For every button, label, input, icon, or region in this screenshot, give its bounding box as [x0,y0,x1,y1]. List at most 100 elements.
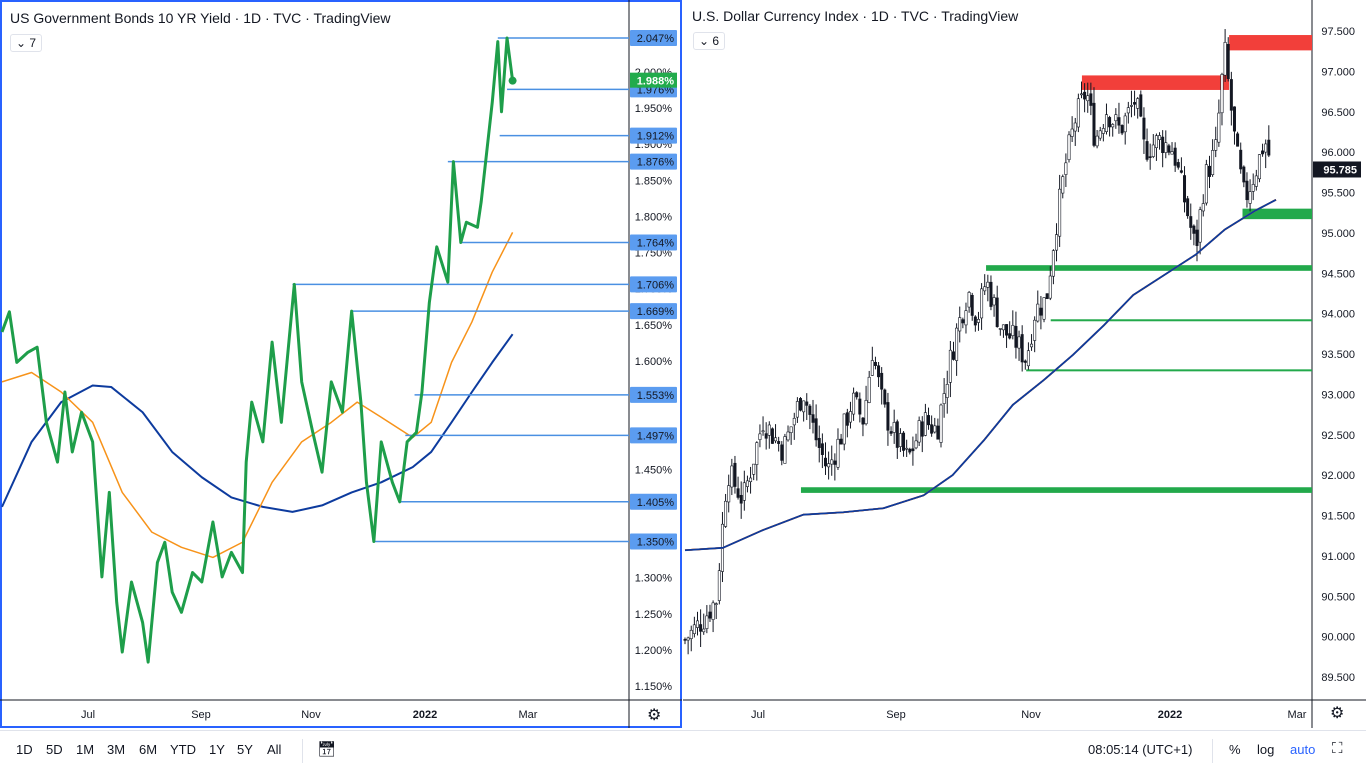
right-chart-pane[interactable]: U.S. Dollar Currency Index · 1D · TVC · … [683,0,1366,728]
range-all-button[interactable]: All [267,742,281,757]
candle-body [1133,102,1137,105]
candle-body [833,460,837,465]
candle-body [1051,250,1055,277]
settings-gear-icon[interactable]: ⚙ [1330,703,1344,723]
candle-body [836,438,840,468]
candle-body [986,281,990,288]
candle-body [1111,124,1115,128]
candle-body [961,319,965,324]
candle-body [1214,139,1218,151]
candle-body [1055,234,1059,251]
candle-body [1005,324,1009,336]
candle-body [789,426,793,433]
candle-body [1026,350,1030,367]
candle-body [758,433,762,440]
ma-fast-line [684,199,1277,552]
range-6m-button[interactable]: 6M [139,742,157,757]
auto-scale-toggle[interactable]: auto [1290,742,1315,757]
candle-body [905,447,909,450]
support-zone [800,487,1312,493]
candle-body [1158,135,1162,140]
current-price-label: 95.785 [1323,164,1357,176]
percent-scale-toggle[interactable]: % [1229,742,1241,757]
candle-body [755,442,759,465]
yield-line [0,36,515,664]
candle-body [727,485,731,503]
candle-body [1139,94,1143,117]
chart-title: U.S. Dollar Currency Index · 1D · TVC · … [692,8,1019,24]
candle-body [689,629,693,639]
candle-body [858,398,862,415]
level-price-label: 1.706% [637,279,675,291]
range-3m-button[interactable]: 3M [107,742,125,757]
candle-body [1079,93,1083,96]
candle-body [1114,114,1118,122]
candle-body [827,463,831,468]
chevron-down-icon: ⌄ [699,34,710,48]
candle-body [886,402,890,431]
candle-body [1145,141,1149,160]
candle-body [1242,166,1246,183]
candle-body [1073,122,1077,132]
indicators-toggle-button[interactable]: ⌄ 7 [10,34,43,52]
candle-body [742,482,746,501]
candle-body [692,624,696,634]
support-zone [1050,319,1312,322]
level-price-label: 1.497% [637,430,675,442]
indicators-toggle-button[interactable]: ⌄ 6 [693,32,726,50]
range-1m-button[interactable]: 1M [76,742,94,757]
candle-body [752,463,756,475]
level-price-label: 1.669% [637,306,675,318]
fullscreen-icon[interactable]: ⛶ [1332,740,1343,757]
level-price-label: 2.047% [637,33,675,45]
go-to-date-icon[interactable]: 📅︎ [317,740,336,758]
left-chart-pane[interactable]: US Government Bonds 10 YR Yield · 1D · T… [0,0,682,728]
time-axis-label: 2022 [413,709,437,721]
candle-body [1067,134,1071,160]
candle-body [920,421,924,437]
candle-body [1142,117,1146,140]
price-tick-label: 1.300% [635,573,673,585]
candle-body [792,417,796,426]
candle-body [699,624,703,632]
candle-body [1070,128,1074,137]
time-axis-label: Jul [81,709,95,721]
candle-body [898,433,902,447]
log-scale-toggle[interactable]: log [1257,742,1274,757]
candle-body [889,431,893,434]
candle-body [1030,343,1034,348]
range-ytd-button[interactable]: YTD [170,742,196,757]
clock[interactable]: 08:05:14 (UTC+1) [1088,742,1192,757]
candle-body [714,603,718,605]
candle-body [1045,293,1049,299]
candle-body [711,602,715,620]
candle-body [702,628,706,633]
candle-body [820,443,824,455]
chart-title: US Government Bonds 10 YR Yield · 1D · T… [10,10,391,26]
candle-body [877,365,881,378]
candle-body [1211,150,1215,175]
candle-body [1033,319,1037,341]
settings-gear-icon[interactable]: ⚙ [647,705,661,725]
candle-body [817,437,821,448]
price-tick-label: 1.650% [635,320,673,332]
candle-body [911,448,915,452]
price-tick-label: 95.000 [1321,228,1355,240]
price-tick-label: 1.950% [635,103,673,115]
range-1d-button[interactable]: 1D [16,742,33,757]
candle-body [1058,188,1062,237]
candle-body [1186,198,1190,217]
candle-body [873,361,877,366]
range-5y-button[interactable]: 5Y [237,742,253,757]
candle-body [902,432,906,451]
time-axis-label: Sep [886,709,906,721]
range-1y-button[interactable]: 1Y [209,742,225,757]
divider [1212,739,1213,763]
resistance-zone [1229,35,1312,51]
candle-body [958,317,962,332]
price-tick-label: 1.200% [635,645,673,657]
candle-body [1264,143,1268,153]
candle-body [917,420,921,443]
range-5d-button[interactable]: 5D [46,742,63,757]
candle-body [1226,44,1230,80]
